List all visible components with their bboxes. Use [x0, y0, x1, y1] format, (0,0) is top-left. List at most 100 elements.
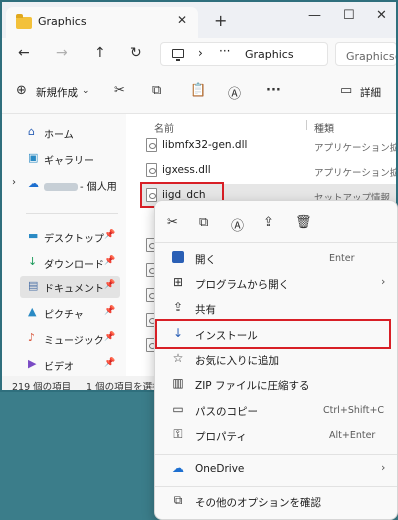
maximize-icon[interactable]: ☐ [343, 8, 355, 23]
menu-item-properties[interactable]: ⚿ プロパティ Alt+Enter [161, 423, 395, 447]
sidebar-item-label: ホーム [44, 130, 74, 141]
install-highlight [155, 319, 391, 349]
pin-icon: 📌 [104, 230, 116, 240]
menu-item-label: お気に入りに追加 [195, 355, 279, 367]
more-icon[interactable]: ··· [266, 83, 281, 98]
sidebar-item-desktop[interactable]: ▬ デスクトップ 📌 [16, 226, 126, 248]
onedrive-icon: ☁ [28, 177, 39, 190]
context-menu: ✂ ⧉ Ⓐ ⇪ 🗑 開く Enter ⊞ プログラムから開く › ⇪ 共有 ↓ … [154, 200, 398, 520]
sidebar-item-label: ドキュメント [44, 284, 104, 295]
file-name: libmfx32-gen.dll [162, 139, 248, 151]
paste-icon[interactable]: 📋 [190, 83, 206, 98]
file-type: アプリケーション拡張 [314, 168, 396, 179]
sidebar-divider [26, 213, 118, 214]
delete-icon[interactable]: 🗑 [295, 215, 312, 230]
navigation-pane: ⌂ ホーム ▣ ギャラリー › ☁ - 個人用 ▬ デスクトップ 📌 ↓ ダウン… [2, 114, 126, 376]
rename-icon[interactable]: Ⓐ [231, 215, 244, 234]
file-row[interactable]: igxess.dll アプリケーション拡張 [142, 159, 396, 183]
cut-icon[interactable]: ✂ [114, 83, 125, 98]
sidebar-item-downloads[interactable]: ↓ ダウンロード 📌 [16, 252, 126, 274]
add-tab-icon[interactable]: + [214, 11, 227, 30]
sidebar-item-documents[interactable]: ▤ ドキュメント 📌 [20, 276, 120, 298]
more-options-icon: ⧉ [173, 493, 183, 507]
menu-item-shortcut: Ctrl+Shift+C [323, 405, 385, 416]
new-button[interactable]: 新規作成 [36, 85, 78, 100]
submenu-chevron-icon: › [381, 275, 386, 288]
menu-item-copy-path[interactable]: ▭ パスのコピー Ctrl+Shift+C [161, 398, 395, 422]
sidebar-item-pictures[interactable]: ▲ ピクチャ 📌 [16, 302, 126, 324]
minimize-icon[interactable]: — [308, 8, 321, 23]
menu-item-share[interactable]: ⇪ 共有 [161, 296, 395, 320]
gallery-icon: ▣ [28, 151, 39, 164]
star-icon: ☆ [172, 351, 184, 365]
item-count: 219 個の項目 [12, 382, 72, 392]
blurred-username [44, 183, 78, 191]
close-tab-icon[interactable]: ✕ [177, 13, 187, 27]
command-bar: ⊕ 新規作成 ⌄ ✂ ⧉ 📋 Ⓐ ··· ▭ 詳細 [2, 70, 396, 114]
file-row[interactable]: libmfx32-gen.dll アプリケーション拡張 [142, 134, 396, 158]
folder-icon [16, 14, 32, 29]
details-button[interactable]: 詳細 [360, 85, 381, 100]
menu-item-label: パスのコピー [195, 406, 258, 418]
new-chevron-icon[interactable]: ⌄ [82, 86, 90, 96]
copy-icon[interactable]: ⧉ [152, 83, 161, 98]
menu-item-label: ZIP ファイルに圧縮する [195, 380, 310, 392]
menu-item-open[interactable]: 開く Enter [161, 246, 395, 270]
sidebar-item-videos[interactable]: ▶ ビデオ 📌 [16, 354, 126, 376]
sidebar-item-label: ピクチャ [44, 310, 84, 321]
tab-graphics[interactable]: Graphics ✕ [6, 7, 198, 38]
search-input[interactable]: Graphicsの検 [335, 42, 396, 66]
sidebar-item-label: ダウンロード [44, 260, 104, 271]
menu-item-more-options[interactable]: ⧉ その他のオプションを確認 [161, 489, 395, 513]
menu-item-open-with[interactable]: ⊞ プログラムから開く › [161, 271, 395, 295]
desktop-icon: ▬ [28, 229, 39, 242]
submenu-chevron-icon: › [381, 461, 386, 474]
video-icon: ▶ [28, 357, 37, 370]
forward-icon[interactable]: → [56, 45, 68, 61]
properties-icon: ⚿ [173, 427, 183, 441]
sidebar-item-onedrive[interactable]: › ☁ - 個人用 [12, 174, 126, 196]
menu-item-onedrive[interactable]: ☁ OneDrive › [161, 457, 395, 481]
pin-icon: 📌 [104, 358, 116, 368]
pin-icon: 📌 [104, 306, 116, 316]
sidebar-item-home[interactable]: ⌂ ホーム [16, 122, 126, 144]
refresh-icon[interactable]: ↻ [130, 45, 142, 61]
column-header-name[interactable]: 名前 [154, 120, 174, 135]
back-icon[interactable]: ← [18, 45, 30, 61]
menu-separator [155, 454, 397, 455]
sidebar-item-gallery[interactable]: ▣ ギャラリー [16, 148, 126, 170]
address-row: ← → ↑ ↻ › ··· Graphics Graphicsの検 [2, 38, 396, 70]
menu-item-shortcut: Enter [329, 253, 355, 264]
menu-item-zip[interactable]: ▥ ZIP ファイルに圧縮する [161, 372, 395, 396]
search-placeholder: Graphicsの検 [346, 50, 396, 63]
menu-item-label: その他のオプションを確認 [195, 497, 321, 509]
file-name: igxess.dll [162, 164, 211, 176]
music-icon: ♪ [28, 331, 36, 344]
share-icon[interactable]: ⇪ [263, 215, 274, 230]
menu-item-label: 共有 [195, 304, 216, 316]
rename-icon[interactable]: Ⓐ [228, 83, 241, 102]
documents-icon: ▤ [28, 279, 39, 292]
copy-icon[interactable]: ⧉ [199, 215, 208, 230]
menu-item-favorite[interactable]: ☆ お気に入りに追加 [161, 347, 395, 371]
expand-chevron-icon[interactable]: › [12, 177, 16, 188]
pin-icon: 📌 [104, 332, 116, 342]
address-bar[interactable]: › ··· Graphics [160, 42, 328, 66]
close-window-icon[interactable]: ✕ [376, 8, 387, 23]
chevron-right-icon[interactable]: › [198, 46, 203, 60]
address-more-icon[interactable]: ··· [219, 44, 230, 58]
menu-item-label: プログラムから開く [195, 279, 290, 291]
tab-title: Graphics [38, 15, 87, 28]
column-divider[interactable] [306, 120, 307, 130]
sidebar-item-music[interactable]: ♪ ミュージック 📌 [16, 328, 126, 350]
cut-icon[interactable]: ✂ [167, 215, 178, 230]
details-pane-icon[interactable]: ▭ [340, 83, 352, 98]
column-header-type[interactable]: 種類 [314, 120, 334, 135]
new-plus-icon[interactable]: ⊕ [16, 83, 27, 98]
menu-item-label: 開く [195, 254, 216, 266]
copy-path-icon: ▭ [172, 402, 184, 416]
address-segment[interactable]: Graphics [245, 48, 294, 61]
sidebar-item-label: ギャラリー [44, 156, 94, 167]
pin-icon: 📌 [104, 280, 116, 290]
up-icon[interactable]: ↑ [94, 45, 106, 61]
